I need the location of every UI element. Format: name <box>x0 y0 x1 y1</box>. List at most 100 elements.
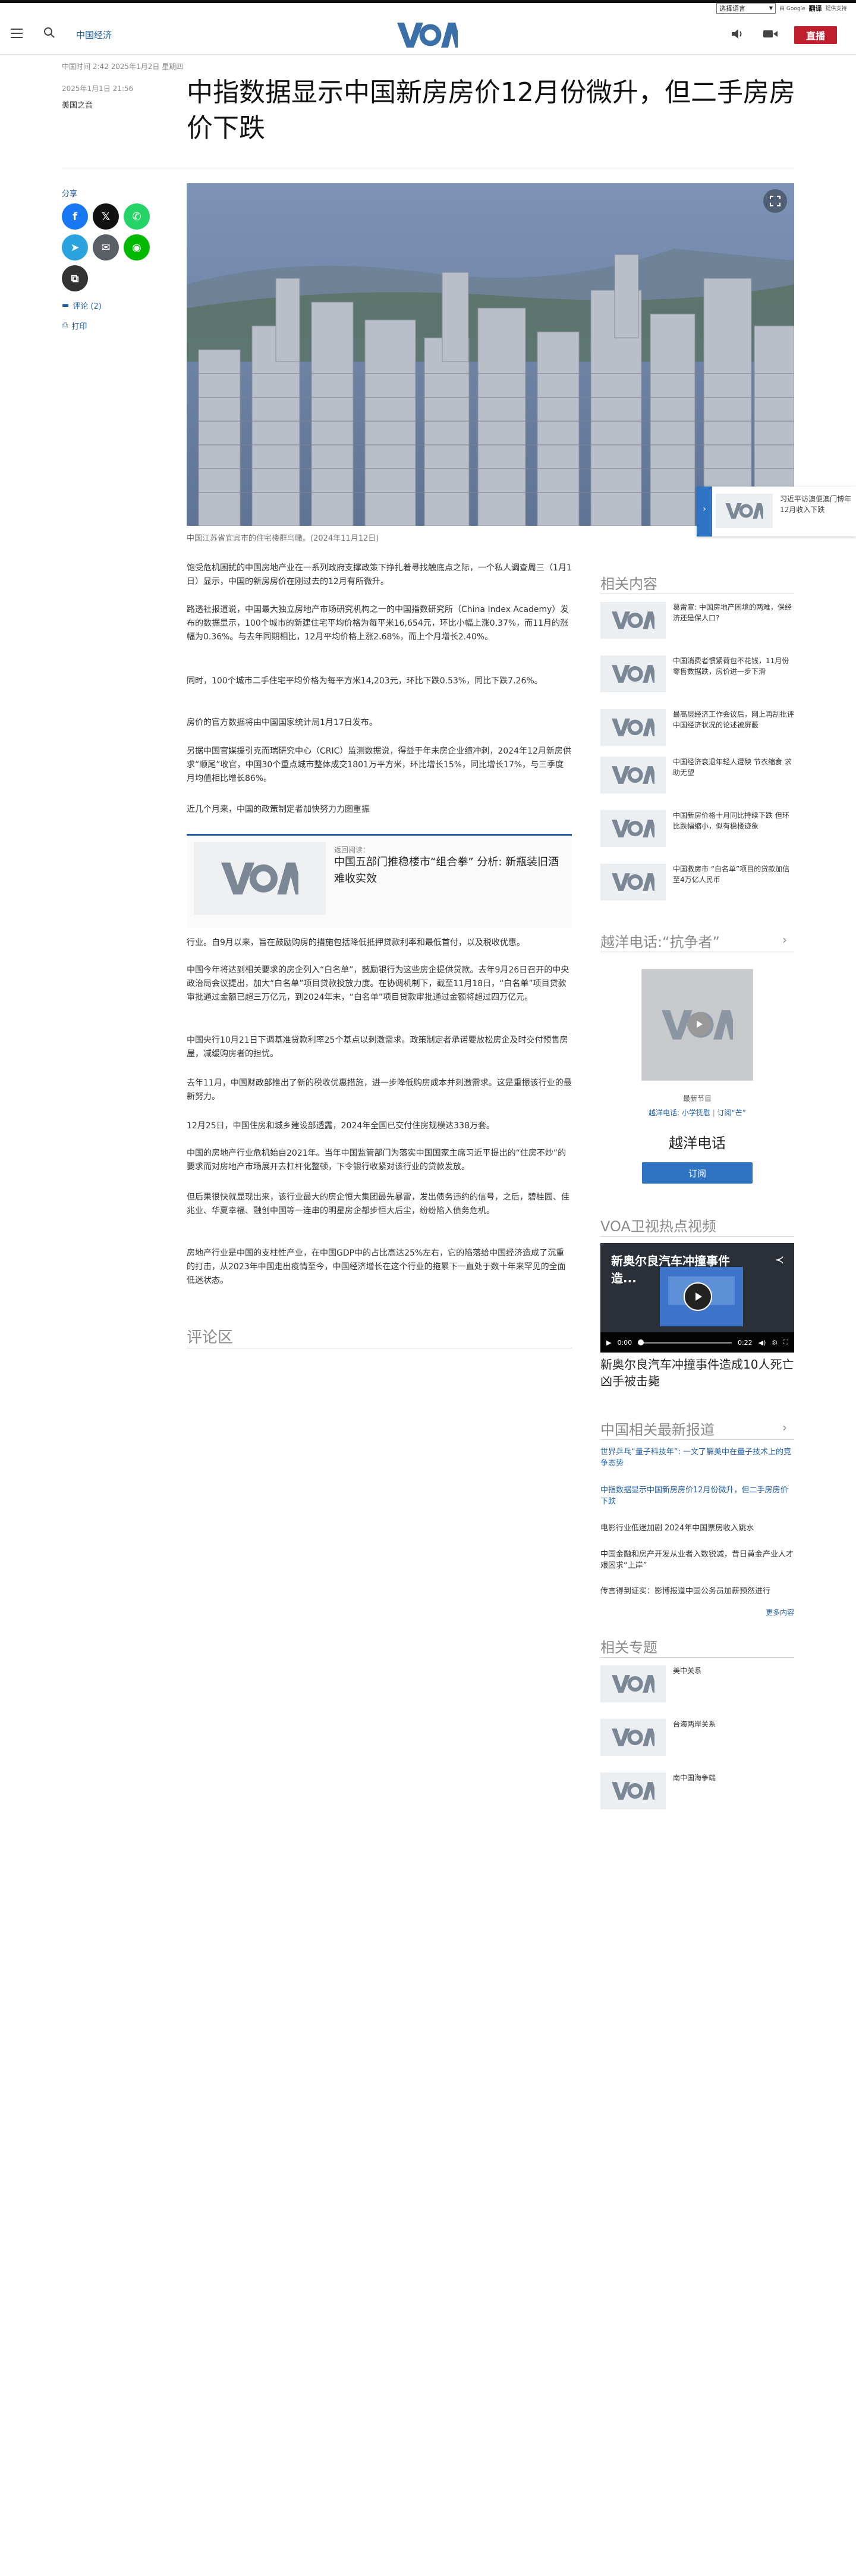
sidebar-video-title: VOA卫视热点视频 <box>600 1218 716 1235</box>
topic-item[interactable]: 台海两岸关系 <box>600 1719 794 1761</box>
subscribe-button[interactable]: 订阅 <box>642 1162 753 1184</box>
paragraph: 近几个月来，中国的政策制定者加快努力力图重振 <box>187 805 370 814</box>
related-box-title[interactable]: 中国五部门推稳楼市“组合拳” 分析: 新瓶装旧酒难收实效 <box>334 854 566 887</box>
section-link[interactable]: 中国经济 <box>76 29 112 41</box>
voa-logo <box>600 1665 666 1702</box>
video-progress-bar[interactable] <box>638 1339 732 1345</box>
publish-date: 2025年1月1日 21:56 <box>62 84 134 93</box>
news-link[interactable]: 中国金融和房产开发从业者入数锐减，昔日黄金产业人才艰困求“上岸” <box>600 1549 794 1571</box>
chevron-right-icon[interactable]: › <box>782 1420 787 1435</box>
voa-logo <box>600 757 666 793</box>
line-icon[interactable]: ◉ <box>124 234 150 261</box>
play-icon[interactable]: ▶ <box>606 1339 611 1347</box>
x-icon[interactable]: 𝕏 <box>93 203 119 230</box>
topic-item[interactable]: 南中国海争端 <box>600 1772 794 1814</box>
radio-title-text: 越洋电话:“抗争者” <box>600 934 720 950</box>
language-select[interactable]: 选择语言 ▼ <box>716 2 776 14</box>
related-item[interactable]: 中国新房价格十月同比持续下跌 但环比跌幅缩小，似有稳楼迹象 <box>600 810 794 852</box>
radio-link[interactable]: 越洋电话: 小学抚慰 <box>649 1109 710 1117</box>
related-item-title: 中国救房市 “白名单”项目的贷款加信至4万亿人民币 <box>673 865 790 884</box>
play-icon[interactable] <box>687 1012 711 1036</box>
print-icon: ⎙ <box>62 321 68 330</box>
related-item-title: 中国新房价格十月同比持续下跌 但环比跌幅缩小，似有稳楼迹象 <box>673 811 789 830</box>
paragraph: 中国今年将达到相关要求的房企列入“白名单”，鼓励银行为这些房企提供贷款。去年9月… <box>187 965 569 1002</box>
news-link[interactable]: 传言得到证实：影博报道中国公务员加薪预然进行 <box>600 1586 794 1597</box>
telegram-icon[interactable]: ➤ <box>62 234 88 261</box>
news-link[interactable]: 电影行业低迷加剧 2024年中国票房收入跳水 <box>600 1523 794 1534</box>
play-icon[interactable] <box>684 1282 712 1311</box>
translate-suffix: 提供支持 <box>825 6 847 12</box>
divider <box>600 1236 794 1237</box>
volume-icon[interactable]: ◀) <box>759 1339 766 1347</box>
page-title: 中指数据显示中国新房房价12月份微升，但二手房房价下跌 <box>187 77 795 143</box>
related-item[interactable]: 中国经济衰退年轻人遭殃 节衣缩食 求助无望 <box>600 757 794 798</box>
related-item[interactable]: 葛雷宣: 中国房地产困境的两难，保经济还是保人口? <box>600 602 794 644</box>
current-datetime: 中国时间 2:42 2025年1月2日 星期四 <box>62 62 184 71</box>
sidebar-news-title[interactable]: 中国相关最新报道 <box>600 1418 715 1439</box>
related-item[interactable]: 最高层经济工作会议后，网上再刮批评中国经济状况的论述被屏蔽 <box>600 709 794 751</box>
divider <box>600 1439 794 1440</box>
language-select-label: 选择语言 <box>719 4 745 12</box>
facebook-icon[interactable]: f <box>62 203 88 230</box>
paragraph: 12月25日，中国住房和城乡建设部透露，2024年全国已交付住房规模达338万套… <box>187 1121 495 1131</box>
share-icon[interactable]: ≺ <box>775 1254 784 1266</box>
comment-link[interactable]: ▬ 评论 (2) <box>62 300 102 311</box>
radio-links: 越洋电话: 小学抚慰 | 订阅“芒” <box>649 1109 746 1117</box>
email-icon[interactable]: ✉ <box>93 234 119 261</box>
news-link[interactable]: 中指数据显示中国新房房价12月份微升，但二手房房价下跌 <box>600 1485 794 1507</box>
related-item-title: 中国经济衰退年轻人遭殃 节衣缩食 求助无望 <box>673 758 792 777</box>
voa-logo <box>600 864 666 900</box>
related-item[interactable]: 中国消费者惯紧荷包不花钱，11月份零售数据跌，房价进一步下滑 <box>600 655 794 697</box>
radio-program-name: 越洋电话 <box>669 1135 726 1151</box>
print-link[interactable]: ⎙ 打印 <box>62 320 87 331</box>
video-overlay-title: 新奥尔良汽车冲撞事件造... <box>611 1254 730 1285</box>
menu-icon[interactable] <box>11 29 23 38</box>
radio-latest-label: 最新节目 <box>682 1094 712 1103</box>
chevron-right-icon: › <box>703 504 706 514</box>
more-link[interactable]: 更多内容 <box>600 1607 794 1617</box>
paragraph: 中国央行10月21日下调基准贷款利率25个基点以刺激需求。政策制定者承诺要放松房… <box>187 1036 568 1059</box>
comments-title: 评论区 <box>187 1329 234 1347</box>
video-camera-icon[interactable] <box>762 27 779 40</box>
paragraph: 另据中国官媒援引克而瑞研究中心（CRIC）监测数据说，得益于年末房企业绩冲刺，2… <box>187 746 571 783</box>
comment-icon: ▬ <box>62 301 70 310</box>
voa-logo <box>221 862 298 895</box>
print-link-label: 打印 <box>71 322 87 331</box>
settings-icon[interactable]: ⚙ <box>772 1339 778 1347</box>
hero-image-art <box>187 183 794 526</box>
author-name: 美国之音 <box>62 101 93 110</box>
video-caption[interactable]: 新奥尔良汽车冲撞事件造成10人死亡凶手被击毙 <box>600 1356 794 1389</box>
news-title-text: 中国相关最新报道 <box>600 1422 715 1438</box>
radio-program-image[interactable] <box>642 969 753 1080</box>
related-item-title: 葛雷宣: 中国房地产困境的两难，保经济还是保人口? <box>673 603 792 622</box>
topic-item[interactable]: 美中关系 <box>600 1665 794 1707</box>
paragraph: 行业。自9月以来，旨在鼓励购房的措施包括降低抵押贷款利率和最低首付，以及税收优惠… <box>187 938 525 947</box>
voa-logo <box>600 1772 666 1809</box>
whatsapp-icon[interactable]: ✆ <box>124 203 150 230</box>
sidebar-radio-title[interactable]: 越洋电话:“抗争者” <box>600 930 720 951</box>
related-item[interactable]: 中国救房市 “白名单”项目的贷款加信至4万亿人民币 <box>600 864 794 905</box>
share-label: 分享 <box>62 190 78 199</box>
fullscreen-icon[interactable]: ⛶ <box>783 1338 788 1347</box>
popup-title: 习近平访澳便澳门博年12月收入下跌 <box>780 495 852 514</box>
topic-item-title: 美中关系 <box>673 1667 702 1675</box>
speaker-icon[interactable] <box>730 27 744 40</box>
voa-logo <box>716 494 773 528</box>
divider <box>600 1657 794 1658</box>
related-thumbnail[interactable] <box>194 842 326 915</box>
search-icon[interactable] <box>43 26 56 39</box>
voa-logo <box>600 655 666 692</box>
paragraph: 同时，100个城市二手住宅平均价格为每平方米14,203元，环比下跌0.53%，… <box>187 676 543 686</box>
radio-link[interactable]: 订阅“芒” <box>717 1109 746 1117</box>
voa-logo[interactable] <box>397 23 458 48</box>
paragraph: 去年11月，中国财政部推出了新的税收优惠措施，进一步降低购房成本并刺激需求。这是… <box>187 1078 572 1102</box>
chevron-right-icon[interactable]: › <box>782 933 787 947</box>
translate-brand[interactable]: 翻译 <box>809 4 822 13</box>
copy-link-icon[interactable]: ⧉ <box>62 265 88 291</box>
translate-powered-label: 由 Google <box>779 6 805 12</box>
voa-logo <box>600 709 666 746</box>
news-link[interactable]: 世界乒乓“量子科技年”: 一文了解美中在量子技术上的竞争态势 <box>600 1447 794 1469</box>
expand-icon[interactable] <box>763 189 787 213</box>
popup-tab[interactable]: › <box>697 487 712 536</box>
live-button[interactable]: 直播 <box>794 26 837 44</box>
